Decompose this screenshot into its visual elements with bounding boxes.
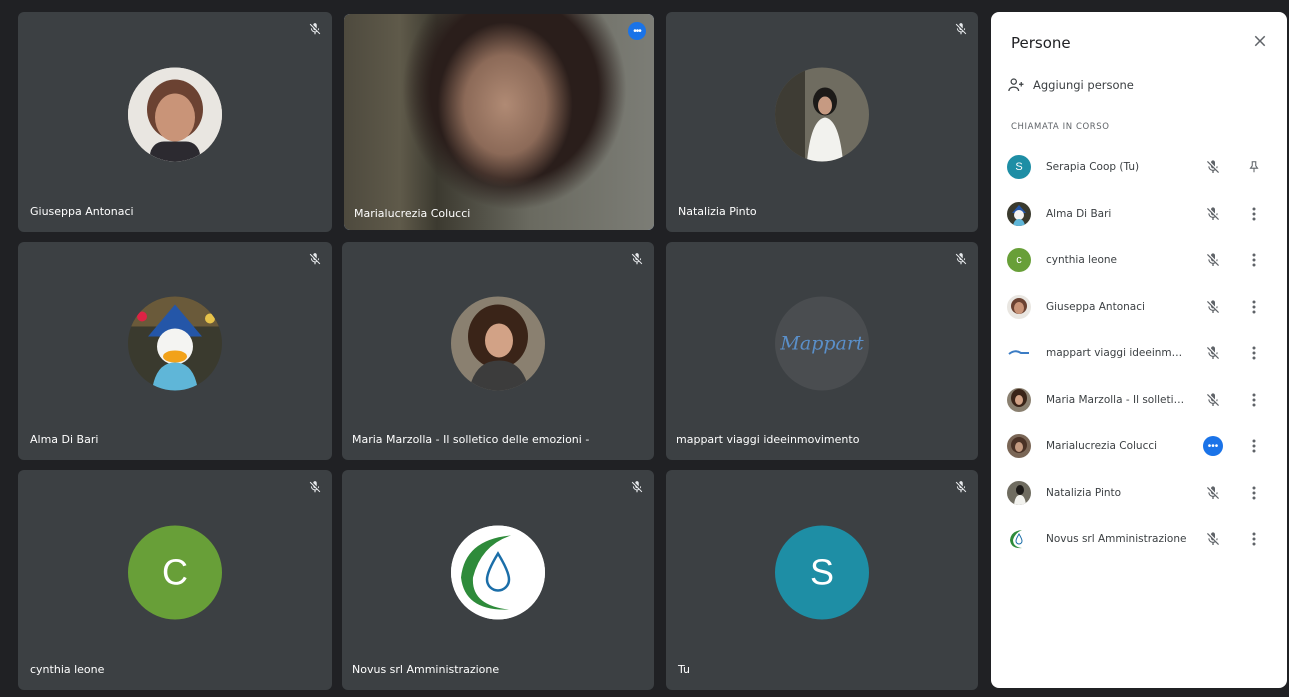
mic-off-icon [309,23,321,35]
logo-text: Mappart [780,332,864,355]
participant-tile[interactable]: Giuseppa Antonaci [18,12,332,232]
list-item[interactable]: Giuseppa Antonaci [991,284,1287,331]
avatar [128,67,222,162]
participant-list: S Serapia Coop (Tu) Alma Di Bari c cynth… [991,144,1287,563]
participant-name: cynthia leone [30,663,105,676]
section-label: CHIAMATA IN CORSO [1011,122,1110,132]
participant-name: Maria Marzolla - Il solletico ... [1046,393,1188,406]
video-grid: Giuseppa Antonaci ••• Marialucrezia Colu… [18,12,980,692]
close-icon[interactable] [1251,32,1269,50]
add-people-button[interactable]: Aggiungi persone [1007,76,1134,94]
participant-name: Maria Marzolla - Il solletico delle emoz… [352,433,590,446]
letter-avatar: C [128,525,222,620]
participant-tile-self[interactable]: S Tu [666,470,978,690]
participant-tile[interactable]: C cynthia leone [18,470,332,690]
participant-tile[interactable]: Alma Di Bari [18,242,332,460]
mic-off-icon [1207,300,1219,313]
participant-tile[interactable]: Mappart mappart viaggi ideeinmovimento [666,242,978,460]
participant-name: Serapia Coop (Tu) [1046,161,1140,174]
panel-title: Persone [1011,34,1071,52]
participant-tile-active-speaker[interactable]: ••• Marialucrezia Colucci [344,14,654,230]
mic-off-icon [309,481,321,493]
list-item[interactable]: S Serapia Coop (Tu) [991,144,1287,191]
list-item[interactable]: Maria Marzolla - Il solletico ... [991,377,1287,424]
mappart-logo: Mappart [775,296,869,391]
speaking-indicator-icon: ••• [1203,436,1223,457]
avatar [1007,294,1031,319]
mic-off-icon [955,253,967,265]
participant-name: Giuseppa Antonaci [30,205,134,218]
list-item[interactable]: Natalizia Pinto [991,470,1287,517]
more-vert-icon[interactable] [1248,438,1260,454]
list-item[interactable]: c cynthia leone [991,237,1287,284]
more-vert-icon[interactable] [1248,345,1260,361]
participant-name: Novus srl Amministrazione [352,663,500,676]
avatar [1007,434,1031,459]
participant-name: mappart viaggi ideeinmovi... [1046,347,1188,360]
pin-icon[interactable] [1247,159,1261,175]
participant-name: cynthia leone [1046,254,1118,267]
avatar-letter: C [162,551,188,593]
participant-tile[interactable]: Maria Marzolla - Il solletico delle emoz… [342,242,654,460]
list-item[interactable]: Alma Di Bari [991,191,1287,238]
mic-off-icon [1207,160,1219,174]
more-vert-icon[interactable] [1248,485,1260,501]
mic-off-icon [309,253,321,265]
participant-name: Giuseppa Antonaci [1046,300,1145,313]
letter-avatar: c [1007,248,1031,273]
add-people-label: Aggiungi persone [1033,78,1134,92]
novus-drop-logo [1007,527,1031,552]
participant-tile[interactable]: Natalizia Pinto [666,12,978,232]
mic-off-icon [1207,393,1219,406]
avatar [1007,387,1031,412]
avatar [451,296,545,391]
avatar [775,67,869,162]
more-vert-icon[interactable] [1248,392,1260,408]
live-video [344,14,654,230]
letter-avatar: S [1007,155,1031,180]
participant-name: Novus srl Amministrazione [1046,533,1187,546]
participant-name: Marialucrezia Colucci [354,207,471,220]
list-item[interactable]: mappart viaggi ideeinmovi... [991,330,1287,377]
mic-off-icon [1207,532,1219,546]
more-vert-icon[interactable] [1248,206,1260,222]
mic-off-icon [955,23,967,35]
participant-name: Tu [678,663,691,676]
more-options-icon[interactable]: ••• [628,22,646,40]
participant-name: Alma Di Bari [1046,207,1112,220]
mic-off-icon [1207,486,1219,499]
person-add-icon [1008,78,1024,92]
participant-name: mappart viaggi ideeinmovimento [676,433,860,446]
novus-drop-logo [451,525,545,620]
letter-avatar: S [775,525,869,620]
mic-off-icon [1207,207,1219,220]
avatar [1007,201,1031,226]
participant-name: Alma Di Bari [30,433,99,446]
mappart-logo [1007,341,1031,365]
mic-off-icon [631,481,643,493]
list-item[interactable]: Marialucrezia Colucci ••• [991,423,1287,470]
avatar [1007,480,1031,505]
participant-tile[interactable]: Novus srl Amministrazione [342,470,654,690]
participant-name: Natalizia Pinto [678,205,757,218]
more-vert-icon[interactable] [1248,531,1260,547]
more-vert-icon[interactable] [1248,252,1260,268]
mic-off-icon [1207,346,1219,360]
avatar-letter: S [809,551,834,593]
participant-name: Natalizia Pinto [1046,486,1122,499]
more-vert-icon[interactable] [1248,299,1260,315]
people-panel: Persone Aggiungi persone CHIAMATA IN COR… [991,12,1287,688]
participant-name: Marialucrezia Colucci [1046,440,1158,453]
mic-off-icon [955,481,967,493]
mic-off-icon [1207,253,1219,267]
avatar [128,296,222,391]
list-item[interactable]: Novus srl Amministrazione [991,516,1287,563]
mic-off-icon [631,253,643,265]
